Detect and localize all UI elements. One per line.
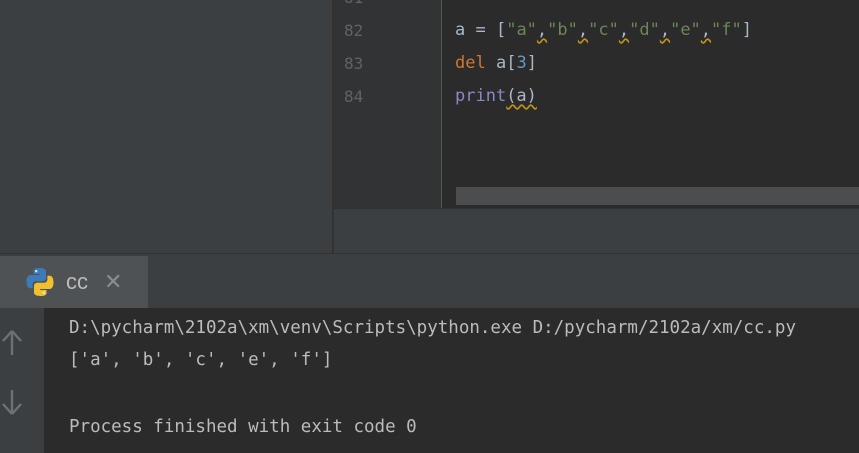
number-literal: 3 (516, 53, 527, 73)
code-token: a[ (485, 53, 517, 73)
code-line-84[interactable]: print(a) (455, 86, 537, 106)
string-literal: "b" (547, 20, 578, 40)
scrollbar-thumb[interactable] (456, 187, 859, 205)
string-literal: "f" (711, 20, 742, 40)
code-line-83[interactable]: del a[3] (455, 53, 537, 73)
python-icon (26, 268, 54, 296)
code-token: (a) (506, 86, 537, 106)
comma-separator: , (618, 20, 630, 40)
code-token: a (455, 20, 466, 40)
rerun-up-arrow-icon[interactable] (0, 328, 24, 358)
comma-separator: , (577, 20, 589, 40)
comma-separator: , (700, 20, 712, 40)
builtin-function-token: print (455, 86, 507, 106)
close-icon[interactable]: ✕ (104, 271, 122, 295)
line-number: 82 (344, 21, 364, 40)
string-literal: "a" (506, 20, 537, 40)
line-number: 84 (344, 87, 364, 106)
line-number: 81 (344, 0, 363, 8)
code-token: ] (526, 53, 537, 73)
line-number: 83 (344, 54, 364, 73)
comma-separator: , (659, 20, 671, 40)
down-arrow-icon[interactable] (0, 387, 24, 417)
code-token: = [ (465, 20, 507, 40)
console-line: ['a', 'b', 'c', 'e', 'f'] (69, 350, 333, 370)
keyword-token: del (455, 53, 486, 73)
string-literal: "c" (588, 20, 619, 40)
console-line: Process finished with exit code 0 (69, 417, 417, 437)
comma-separator: , (536, 20, 548, 40)
code-token: ] (741, 20, 753, 40)
editor-bottom-panel (334, 208, 859, 254)
console-line: D:\pycharm\2102a\xm\venv\Scripts\python.… (69, 318, 796, 338)
project-panel[interactable] (0, 0, 332, 253)
string-literal: "e" (670, 20, 701, 40)
string-literal: "d" (629, 20, 660, 40)
tab-label[interactable]: cc (66, 269, 88, 295)
code-line-82[interactable]: a = ["a","b","c","d","e","f"] (455, 20, 752, 40)
